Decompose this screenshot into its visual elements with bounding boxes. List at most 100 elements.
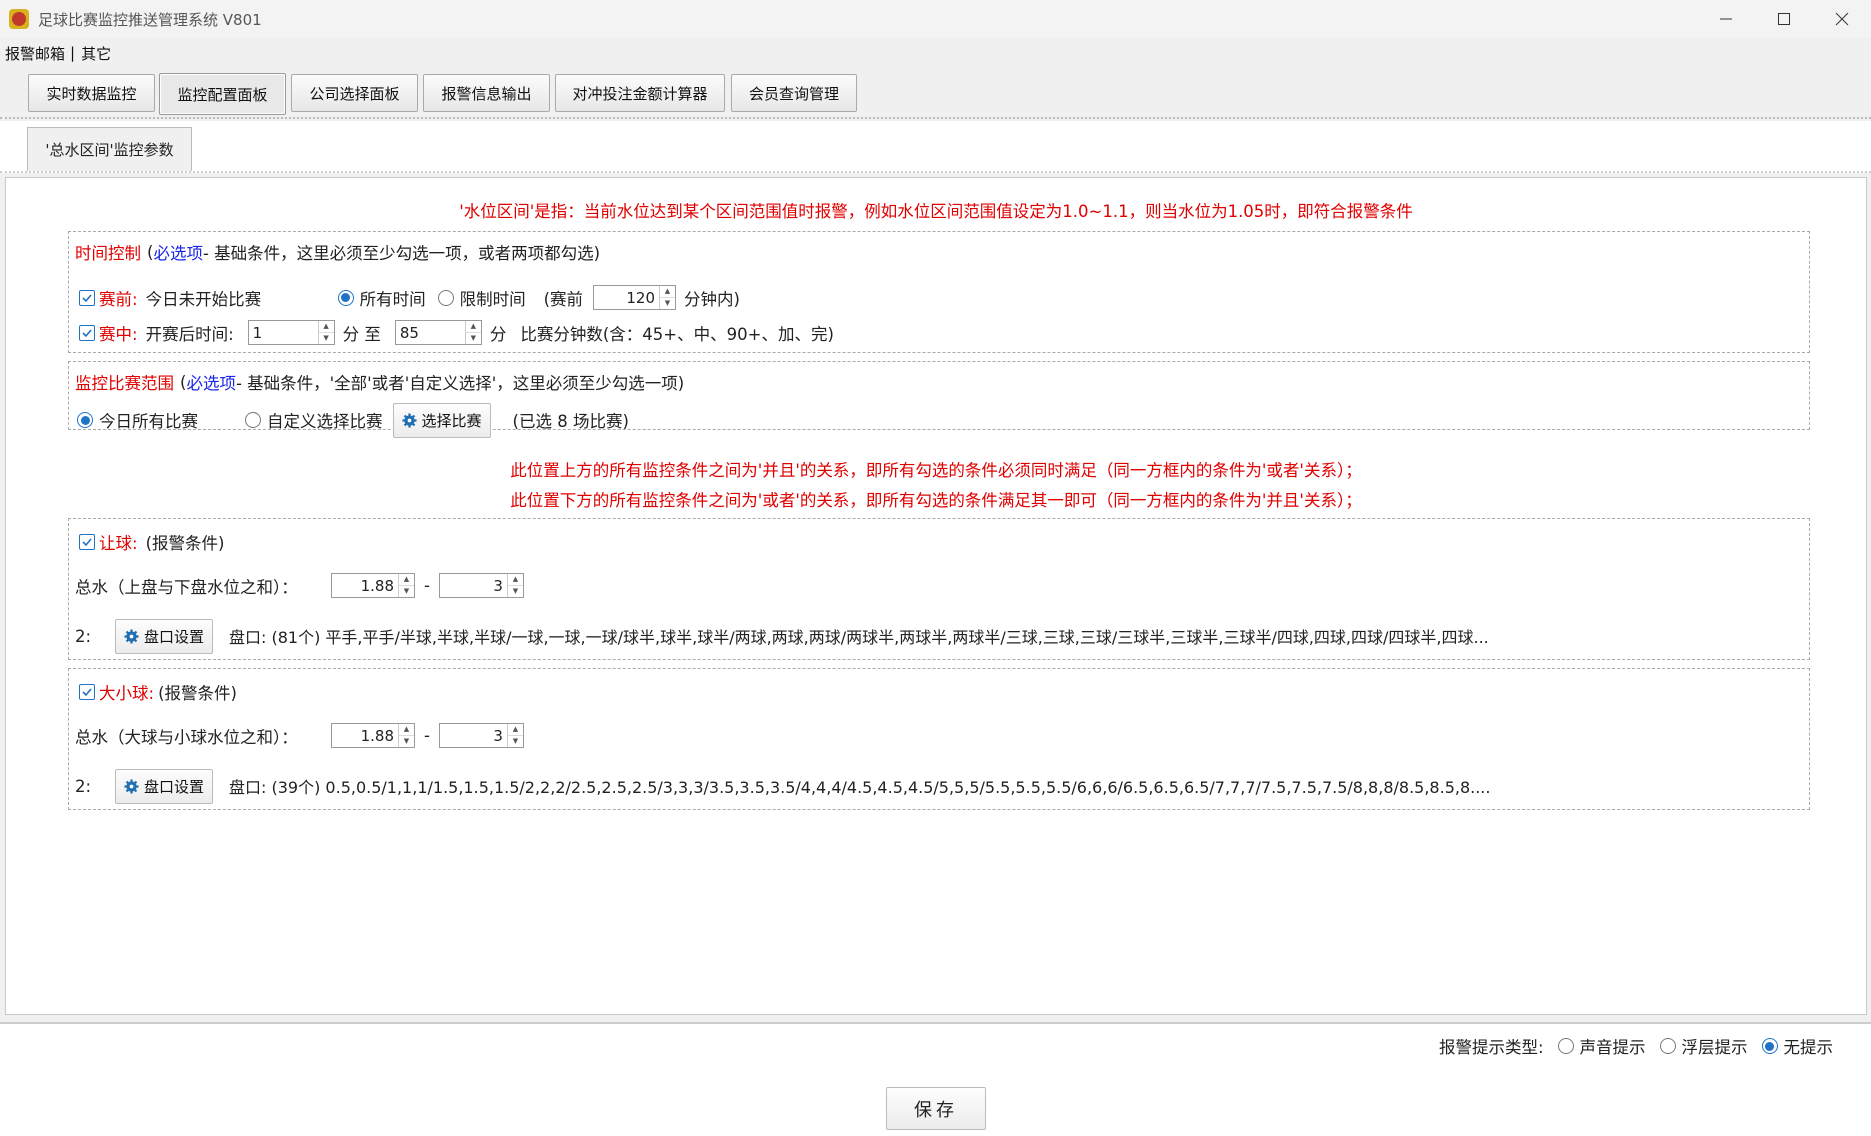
check-icon: [82, 328, 92, 337]
handicap-header: 让球: (报警条件): [79, 530, 224, 554]
alert-type-row: 报警提示类型: 声音提示 浮层提示 无提示: [1439, 1034, 1833, 1058]
save-button[interactable]: 保存: [886, 1087, 986, 1130]
up-arrow-icon[interactable]: ▲: [466, 321, 481, 332]
inplay-desc: 开赛后时间:: [145, 324, 234, 344]
no-alert-option[interactable]: 无提示: [1761, 1034, 1833, 1058]
handicap-group: 让球: (报警条件) 总水（上盘与下盘水位之和）： 1.88 ▲ ▼ - 3 ▲ ▼…: [68, 518, 1810, 660]
overunder-group: 大小球: (报警条件) 总水（大球与小球水位之和）： 1.88 ▲ ▼ - 3 ▲…: [68, 668, 1810, 810]
up-arrow-icon[interactable]: ▲: [399, 574, 414, 585]
handicap-checkbox[interactable]: [79, 534, 95, 550]
overunder-line-settings-button[interactable]: 盘口设置: [115, 768, 214, 804]
tab-monitor-config[interactable]: 监控配置面板: [159, 73, 286, 115]
check-icon: [82, 688, 92, 697]
inplay-from-stepper[interactable]: 1 ▲ ▼: [247, 320, 335, 345]
all-time-radio[interactable]: [337, 289, 354, 306]
handicap-index: 2:: [75, 626, 92, 646]
gear-icon: [124, 778, 139, 794]
stepper-arrows[interactable]: ▲ ▼: [506, 724, 523, 747]
custom-matches-label: 自定义选择比赛: [267, 412, 383, 431]
match-minute-note: 比赛分钟数(含：45+、中、90+、加、完): [520, 324, 834, 344]
limit-time-radio[interactable]: [437, 289, 454, 306]
overunder-total-row: 总水（大球与小球水位之和）： 1.88 ▲ ▼ - 3 ▲ ▼: [75, 723, 524, 748]
stepper-arrows[interactable]: ▲ ▼: [398, 724, 414, 747]
up-arrow-icon[interactable]: ▲: [399, 724, 414, 735]
sound-alert-radio[interactable]: [1557, 1038, 1574, 1054]
menu-bar: 报警邮箱 | 其它: [0, 42, 111, 64]
stepper-arrows[interactable]: ▲ ▼: [506, 574, 523, 597]
select-matches-label: 选择比赛: [421, 411, 482, 430]
match-scope-desc: - 基础条件，'全部'或者'自定义选择'，这里必须至少勾选一项): [235, 374, 685, 393]
overunder-lines-row: 2: 盘口设置 盘口: (39个) 0.5,0.5/1,1,1/1.5,1.5,…: [75, 768, 1490, 804]
selected-count: (已选 8 场比赛): [512, 412, 629, 431]
down-arrow-icon[interactable]: ▼: [318, 332, 334, 344]
up-arrow-icon[interactable]: ▲: [508, 724, 523, 735]
select-matches-button[interactable]: 选择比赛: [392, 402, 491, 438]
tab-hedge-calculator[interactable]: 对冲投注金额计算器: [555, 74, 725, 112]
tab-alert-output[interactable]: 报警信息输出: [423, 74, 550, 112]
tab-member-query[interactable]: 会员查询管理: [731, 74, 857, 112]
handicap-line-settings-button[interactable]: 盘口设置: [115, 618, 214, 654]
stepper-arrows[interactable]: ▲ ▼: [317, 321, 334, 344]
down-arrow-icon[interactable]: ▼: [507, 585, 523, 597]
time-control-desc: - 基础条件，这里必须至少勾选一项，或者两项都勾选): [202, 244, 601, 263]
down-arrow-icon[interactable]: ▼: [399, 735, 414, 747]
popup-alert-option[interactable]: 浮层提示: [1659, 1034, 1748, 1058]
inplay-to-stepper[interactable]: 85 ▲ ▼: [394, 320, 482, 345]
menu-separator: |: [70, 44, 76, 62]
line-settings-label: 盘口设置: [144, 777, 205, 796]
alert-type-label: 报警提示类型:: [1438, 1038, 1544, 1057]
title-bar: 足球比赛监控推送管理系统 V801: [0, 0, 1871, 38]
overunder-checkbox[interactable]: [79, 684, 95, 700]
inplay-checkbox[interactable]: [79, 324, 95, 341]
handicap-label: 让球:: [99, 534, 138, 553]
maximize-button[interactable]: [1755, 0, 1813, 38]
menu-item-other[interactable]: 其它: [81, 43, 111, 64]
up-arrow-icon[interactable]: ▲: [508, 574, 523, 585]
config-panel: '水位区间'是指：当前水位达到某个区间范围值时报警，例如水位区间范围值设定为1.…: [5, 177, 1867, 1015]
custom-matches-radio[interactable]: [245, 412, 261, 428]
down-arrow-icon[interactable]: ▼: [507, 735, 523, 747]
down-arrow-icon[interactable]: ▼: [465, 332, 481, 344]
stepper-arrows[interactable]: ▲ ▼: [464, 321, 481, 344]
overunder-max-stepper[interactable]: 3 ▲ ▼: [438, 723, 524, 748]
tab-company-select[interactable]: 公司选择面板: [291, 74, 418, 112]
popup-alert-radio[interactable]: [1659, 1038, 1676, 1054]
prematch-checkbox[interactable]: [79, 289, 95, 306]
window-controls: [1697, 0, 1871, 38]
close-button[interactable]: [1813, 0, 1871, 38]
handicap-min-stepper[interactable]: 1.88 ▲ ▼: [331, 573, 415, 598]
inplay-from-value: 1: [252, 323, 263, 342]
up-arrow-icon[interactable]: ▲: [319, 321, 334, 332]
down-arrow-icon[interactable]: ▼: [660, 297, 675, 309]
overunder-min-stepper[interactable]: 1.88 ▲ ▼: [331, 723, 415, 748]
all-matches-label: 今日所有比赛: [99, 412, 198, 431]
minimize-button[interactable]: [1697, 0, 1755, 38]
check-icon: [82, 293, 92, 302]
all-matches-radio[interactable]: [77, 412, 93, 428]
prematch-minutes-stepper[interactable]: 120 ▲ ▼: [593, 285, 676, 310]
menu-item-alert-email[interactable]: 报警邮箱: [0, 43, 65, 64]
up-arrow-icon[interactable]: ▲: [660, 286, 675, 297]
handicap-max-stepper[interactable]: 3 ▲ ▼: [438, 573, 524, 598]
handicap-max-value: 3: [493, 576, 503, 595]
minute-to-label: 分 至: [342, 324, 381, 344]
no-alert-radio[interactable]: [1761, 1038, 1778, 1054]
minimize-icon: [1720, 18, 1732, 20]
stepper-arrows[interactable]: ▲ ▼: [398, 574, 414, 597]
maximize-icon: [1778, 13, 1790, 25]
down-arrow-icon[interactable]: ▼: [399, 585, 414, 597]
overunder-total-label: 总水（大球与小球水位之和）：: [75, 727, 298, 747]
popup-alert-label: 浮层提示: [1681, 1038, 1748, 1057]
overunder-index: 2:: [75, 776, 92, 796]
overunder-min-value: 1.88: [360, 726, 394, 745]
overunder-header: 大小球: (报警条件): [79, 680, 237, 704]
required-label: 必选项: [186, 374, 236, 393]
sound-alert-option[interactable]: 声音提示: [1557, 1034, 1646, 1058]
tab-total-water-params[interactable]: '总水区间'监控参数: [27, 127, 192, 171]
tab-realtime-monitor[interactable]: 实时数据监控: [28, 74, 155, 112]
match-scope-header: 监控比赛范围 ( 必选项 - 基础条件，'全部'或者'自定义选择'，这里必须至少…: [75, 370, 684, 394]
match-scope-title: 监控比赛范围: [75, 374, 174, 393]
overunder-max-value: 3: [493, 726, 503, 745]
stepper-arrows[interactable]: ▲ ▼: [659, 286, 675, 309]
close-icon: [1835, 12, 1849, 26]
